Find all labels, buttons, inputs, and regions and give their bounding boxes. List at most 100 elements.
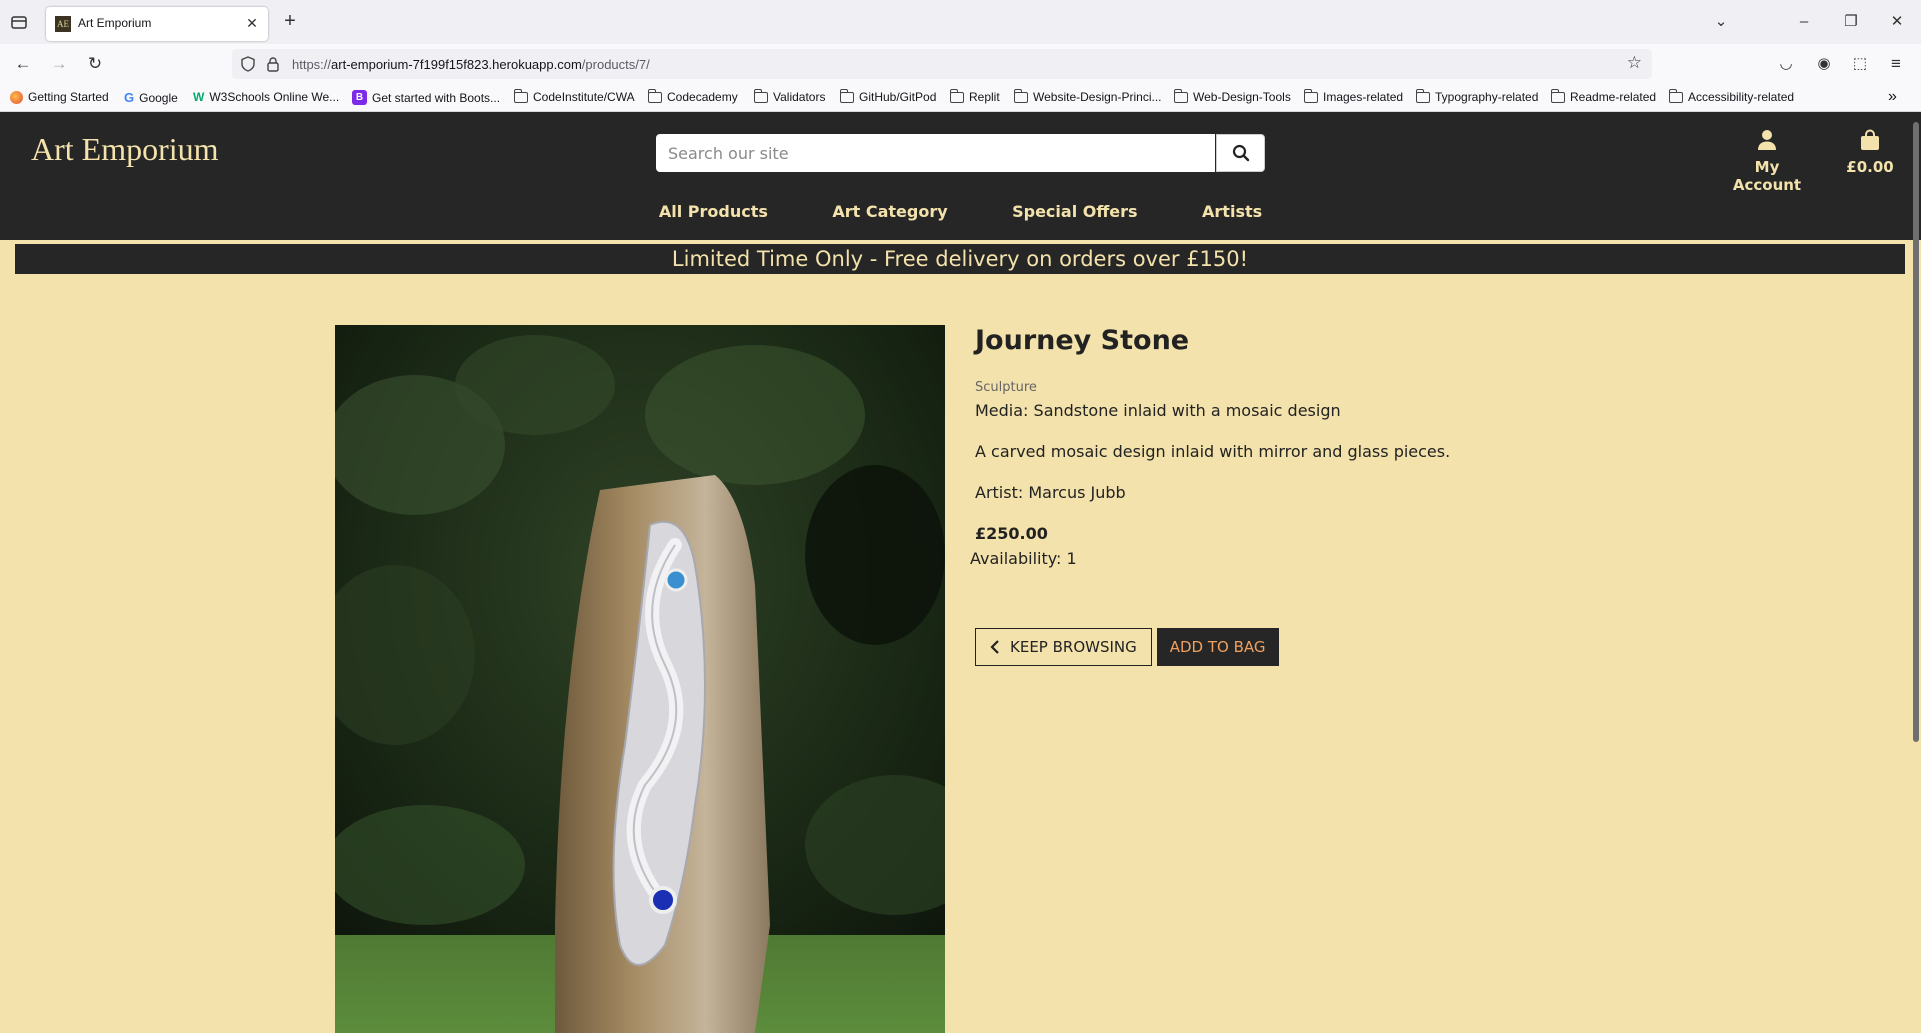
search-button[interactable] — [1216, 134, 1265, 172]
bookmark-label: Website-Design-Princi... — [1033, 90, 1162, 104]
folder-icon — [1173, 88, 1188, 103]
page-scrollbar[interactable] — [1913, 122, 1919, 742]
site-header: Art Emporium My Account £0.00 All Produc… — [0, 112, 1921, 240]
bookmark-item[interactable]: B Get started with Boots... — [352, 90, 500, 105]
site-favicon-icon: AE — [55, 16, 71, 32]
search-icon — [1232, 144, 1249, 161]
chevron-left-icon — [990, 640, 999, 654]
folder-icon — [839, 88, 854, 103]
add-to-bag-button[interactable]: ADD TO BAG — [1156, 628, 1279, 666]
product-image[interactable] — [335, 325, 945, 1033]
main-nav: All Products Art Category Special Offers… — [0, 202, 1921, 222]
sculpture-photo — [335, 325, 945, 1033]
folder-icon — [513, 88, 528, 103]
search-input[interactable] — [656, 134, 1215, 172]
bookmark-folder[interactable]: Readme-related — [1550, 88, 1657, 104]
my-account-link[interactable]: My Account — [1727, 129, 1807, 194]
reload-icon[interactable]: ↻ — [84, 53, 106, 75]
bookmark-folder[interactable]: CodeInstitute/CWA — [513, 88, 635, 104]
bookmark-folder[interactable]: Website-Design-Princi... — [1013, 88, 1162, 104]
product-description: A carved mosaic design inlaid with mirro… — [975, 442, 1451, 461]
minimize-window-icon[interactable]: – — [1793, 11, 1815, 33]
menu-icon[interactable]: ≡ — [1885, 53, 1907, 75]
w3schools-icon: W — [193, 90, 205, 104]
bookmark-label: GitHub/GitPod — [859, 90, 937, 104]
keep-browsing-label: KEEP BROWSING — [1010, 638, 1137, 656]
google-icon: G — [124, 90, 135, 105]
bookmarks-toolbar: Getting Started G Google W W3Schools Onlin… — [0, 84, 1921, 112]
shopping-bag-link[interactable]: £0.00 — [1845, 129, 1895, 176]
bookmark-label: Web-Design-Tools — [1193, 90, 1291, 104]
bookmark-label: Validators — [773, 90, 826, 104]
pocket-icon[interactable]: ◡ — [1775, 53, 1797, 75]
tracking-protection-icon[interactable] — [240, 56, 256, 72]
bookmark-folder[interactable]: GitHub/GitPod — [839, 88, 937, 104]
bookmark-label: W3Schools Online We... — [209, 90, 340, 104]
nav-special-offers[interactable]: Special Offers — [1012, 202, 1137, 221]
keep-browsing-button[interactable]: KEEP BROWSING — [975, 628, 1152, 666]
bookmark-label: Accessibility-related — [1688, 90, 1795, 104]
user-icon — [1758, 130, 1776, 150]
my-account-label: My Account — [1732, 158, 1802, 194]
product-media: Media: Sandstone inlaid with a mosaic de… — [975, 401, 1341, 420]
bootstrap-icon: B — [352, 90, 367, 105]
brand-logo[interactable]: Art Emporium — [31, 131, 219, 168]
nav-all-products[interactable]: All Products — [659, 202, 768, 221]
firefox-icon — [10, 90, 23, 104]
bookmark-label: CodeInstitute/CWA — [533, 90, 635, 104]
restore-window-icon[interactable]: ❐ — [1840, 11, 1862, 33]
bookmark-folder[interactable]: Accessibility-related — [1668, 88, 1795, 104]
back-icon[interactable]: ← — [12, 53, 34, 75]
folder-icon — [1550, 88, 1565, 103]
folder-icon — [1415, 88, 1430, 103]
bookmark-item[interactable]: W W3Schools Online We... — [193, 90, 339, 104]
bookmark-folder[interactable]: Typography-related — [1415, 88, 1539, 104]
extensions-icon[interactable]: ⬚ — [1849, 53, 1871, 75]
account-circle-icon[interactable]: ◉ — [1813, 53, 1835, 75]
url-text[interactable]: https://art-emporium-7f199f15f823.heroku… — [292, 57, 650, 72]
tab-list-icon[interactable] — [10, 13, 28, 31]
bookmark-folder[interactable]: Images-related — [1303, 88, 1404, 104]
forward-icon[interactable]: → — [48, 53, 70, 75]
bookmark-folder[interactable]: Validators — [753, 88, 826, 104]
product-category-link[interactable]: Sculpture — [975, 380, 1675, 395]
address-bar[interactable]: https://art-emporium-7f199f15f823.heroku… — [232, 49, 1652, 79]
product-artist: Artist: Marcus Jubb — [975, 483, 1126, 502]
bookmark-label: Typography-related — [1435, 90, 1539, 104]
folder-icon — [647, 88, 662, 103]
nav-artists[interactable]: Artists — [1202, 202, 1262, 221]
product-availability: Availability: 1 — [970, 549, 1077, 568]
bookmark-label: Replit — [969, 90, 1000, 104]
bookmark-label: Images-related — [1323, 90, 1404, 104]
tab-title: Art Emporium — [78, 16, 152, 30]
folder-icon — [1303, 88, 1318, 103]
close-window-icon[interactable]: ✕ — [1886, 11, 1908, 33]
product-actions: KEEP BROWSING ADD TO BAG — [975, 628, 1279, 666]
bookmark-folder[interactable]: Web-Design-Tools — [1173, 88, 1291, 104]
browser-tab-active[interactable]: AE Art Emporium ✕ — [46, 7, 268, 41]
lock-icon[interactable] — [266, 56, 280, 72]
bookmark-star-icon[interactable]: ☆ — [1627, 53, 1642, 73]
folder-icon — [753, 88, 768, 103]
browser-nav-bar: ← → ↻ https://art-emporium-7f199f15f823.… — [0, 44, 1921, 84]
folder-icon — [1668, 88, 1683, 103]
bookmark-label: Getting Started — [28, 90, 109, 104]
folder-icon — [1013, 88, 1028, 103]
list-all-tabs-icon[interactable]: ⌄ — [1710, 11, 1732, 33]
bookmark-folder[interactable]: Replit — [949, 88, 1000, 104]
promo-banner: Limited Time Only - Free delivery on ord… — [15, 244, 1905, 274]
bag-total: £0.00 — [1846, 158, 1894, 176]
url-host: art-emporium-7f199f15f823.herokuapp.com — [331, 57, 582, 72]
shopping-bag-icon — [1861, 129, 1879, 150]
close-tab-icon[interactable]: ✕ — [244, 15, 260, 31]
bookmark-folder[interactable]: Codecademy — [647, 88, 738, 104]
bookmark-label: Readme-related — [1570, 90, 1657, 104]
bookmark-item[interactable]: Getting Started — [10, 90, 109, 104]
more-bookmarks-icon[interactable]: » — [1888, 88, 1897, 106]
product-price: £250.00 — [975, 524, 1048, 543]
nav-art-category[interactable]: Art Category — [832, 202, 947, 221]
product-details: Journey Stone Sculpture Media: Sandstone… — [970, 325, 1675, 568]
product-title: Journey Stone — [975, 325, 1190, 356]
new-tab-icon[interactable]: + — [280, 11, 300, 31]
bookmark-item[interactable]: G Google — [124, 90, 178, 105]
